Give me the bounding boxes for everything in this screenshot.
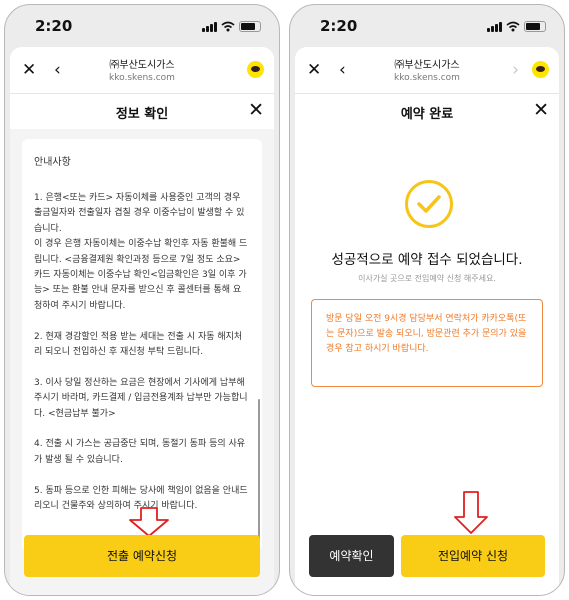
site-info: ㈜부산도시가스 kko.skens.com bbox=[295, 56, 559, 83]
down-arrow-annotation bbox=[129, 507, 169, 537]
status-icons bbox=[202, 21, 261, 32]
dialog-close-icon[interactable]: ✕ bbox=[533, 100, 549, 120]
status-bar: 2:20 bbox=[5, 5, 279, 47]
site-name: ㈜부산도시가스 bbox=[394, 60, 460, 71]
battery-icon bbox=[524, 21, 546, 32]
browser-header: ✕ ‹ ㈜부산도시가스 kko.skens.com › bbox=[295, 47, 559, 94]
site-info: ㈜부산도시가스 kko.skens.com bbox=[10, 56, 274, 83]
notice-item-1: 1. 은행<또는 카드> 자동이체를 사용중인 고객의 경우 출금일자와 전출일… bbox=[34, 193, 248, 311]
browser-header: ✕ ‹ ㈜부산도시가스 kko.skens.com bbox=[10, 47, 274, 94]
status-time: 2:20 bbox=[320, 17, 358, 35]
checkmark-icon bbox=[405, 180, 453, 228]
phone-screen-left: 2:20 ✕ ‹ ㈜부산도시가스 kko.skens.com 정보 확인 ✕ 안… bbox=[4, 4, 280, 596]
status-time: 2:20 bbox=[35, 17, 73, 35]
forward-icon[interactable]: › bbox=[512, 61, 519, 79]
kakao-talk-icon[interactable] bbox=[247, 61, 264, 78]
success-message: 성공적으로 예약 접수 되었습니다. bbox=[331, 252, 523, 268]
reservation-check-button[interactable]: 예약확인 bbox=[309, 535, 394, 577]
move-in-reservation-button[interactable]: 전입예약 신청 bbox=[401, 535, 545, 577]
wifi-icon bbox=[221, 21, 235, 32]
site-url: kko.skens.com bbox=[109, 73, 175, 83]
move-out-reservation-button[interactable]: 전출 예약신청 bbox=[24, 535, 260, 577]
notice-item-2: 2. 현재 경감할인 적용 받는 세대는 전출 시 자동 해지처리 되오니 전입… bbox=[34, 331, 243, 358]
success-subtitle: 이사가실 곳으로 전입예약 신청 해주세요. bbox=[358, 274, 496, 283]
notice-card: 안내사항 1. 은행<또는 카드> 자동이체를 사용중인 고객의 경우 출금일자… bbox=[22, 139, 262, 551]
dialog-title: 예약 완료 bbox=[400, 107, 454, 122]
visit-notice-text: 방문 당일 오전 9시경 담당부서 연락처가 카카오톡(또는 문자)으로 발송 … bbox=[326, 314, 527, 354]
battery-icon bbox=[239, 21, 261, 32]
status-bar: 2:20 bbox=[290, 5, 564, 47]
notice-title: 안내사항 bbox=[34, 157, 71, 168]
visit-notice-box: 방문 당일 오전 9시경 담당부서 연락처가 카카오톡(또는 문자)으로 발송 … bbox=[311, 299, 543, 387]
webview-sheet: ✕ ‹ ㈜부산도시가스 kko.skens.com › 예약 완료 ✕ 성공적으… bbox=[295, 47, 559, 595]
dialog-title: 정보 확인 bbox=[115, 107, 169, 122]
wifi-icon bbox=[506, 21, 520, 32]
cellular-signal-icon bbox=[202, 21, 217, 32]
scrollbar[interactable] bbox=[258, 399, 260, 549]
site-name: ㈜부산도시가스 bbox=[109, 60, 175, 71]
dialog-header: 정보 확인 ✕ bbox=[10, 93, 274, 129]
status-icons bbox=[487, 21, 546, 32]
cellular-signal-icon bbox=[487, 21, 502, 32]
site-url: kko.skens.com bbox=[394, 73, 460, 83]
webview-sheet: ✕ ‹ ㈜부산도시가스 kko.skens.com 정보 확인 ✕ 안내사항 1… bbox=[10, 47, 274, 595]
dialog-header: 예약 완료 ✕ bbox=[295, 93, 559, 129]
notice-item-3: 3. 이사 당일 정산하는 요금은 현장에서 기사에게 납부해 주시기 바라며,… bbox=[34, 377, 248, 419]
phone-screen-right: 2:20 ✕ ‹ ㈜부산도시가스 kko.skens.com › 예약 완료 ✕… bbox=[289, 4, 565, 596]
kakao-talk-icon[interactable] bbox=[532, 61, 549, 78]
notice-body: 1. 은행<또는 카드> 자동이체를 사용중인 고객의 경우 출금일자와 전출일… bbox=[34, 191, 248, 530]
down-arrow-annotation bbox=[454, 491, 488, 534]
dialog-close-icon[interactable]: ✕ bbox=[248, 100, 264, 120]
notice-item-4: 4. 전출 시 가스는 공급중단 되며, 동절기 동파 등의 사유가 발생 될 … bbox=[34, 439, 246, 465]
